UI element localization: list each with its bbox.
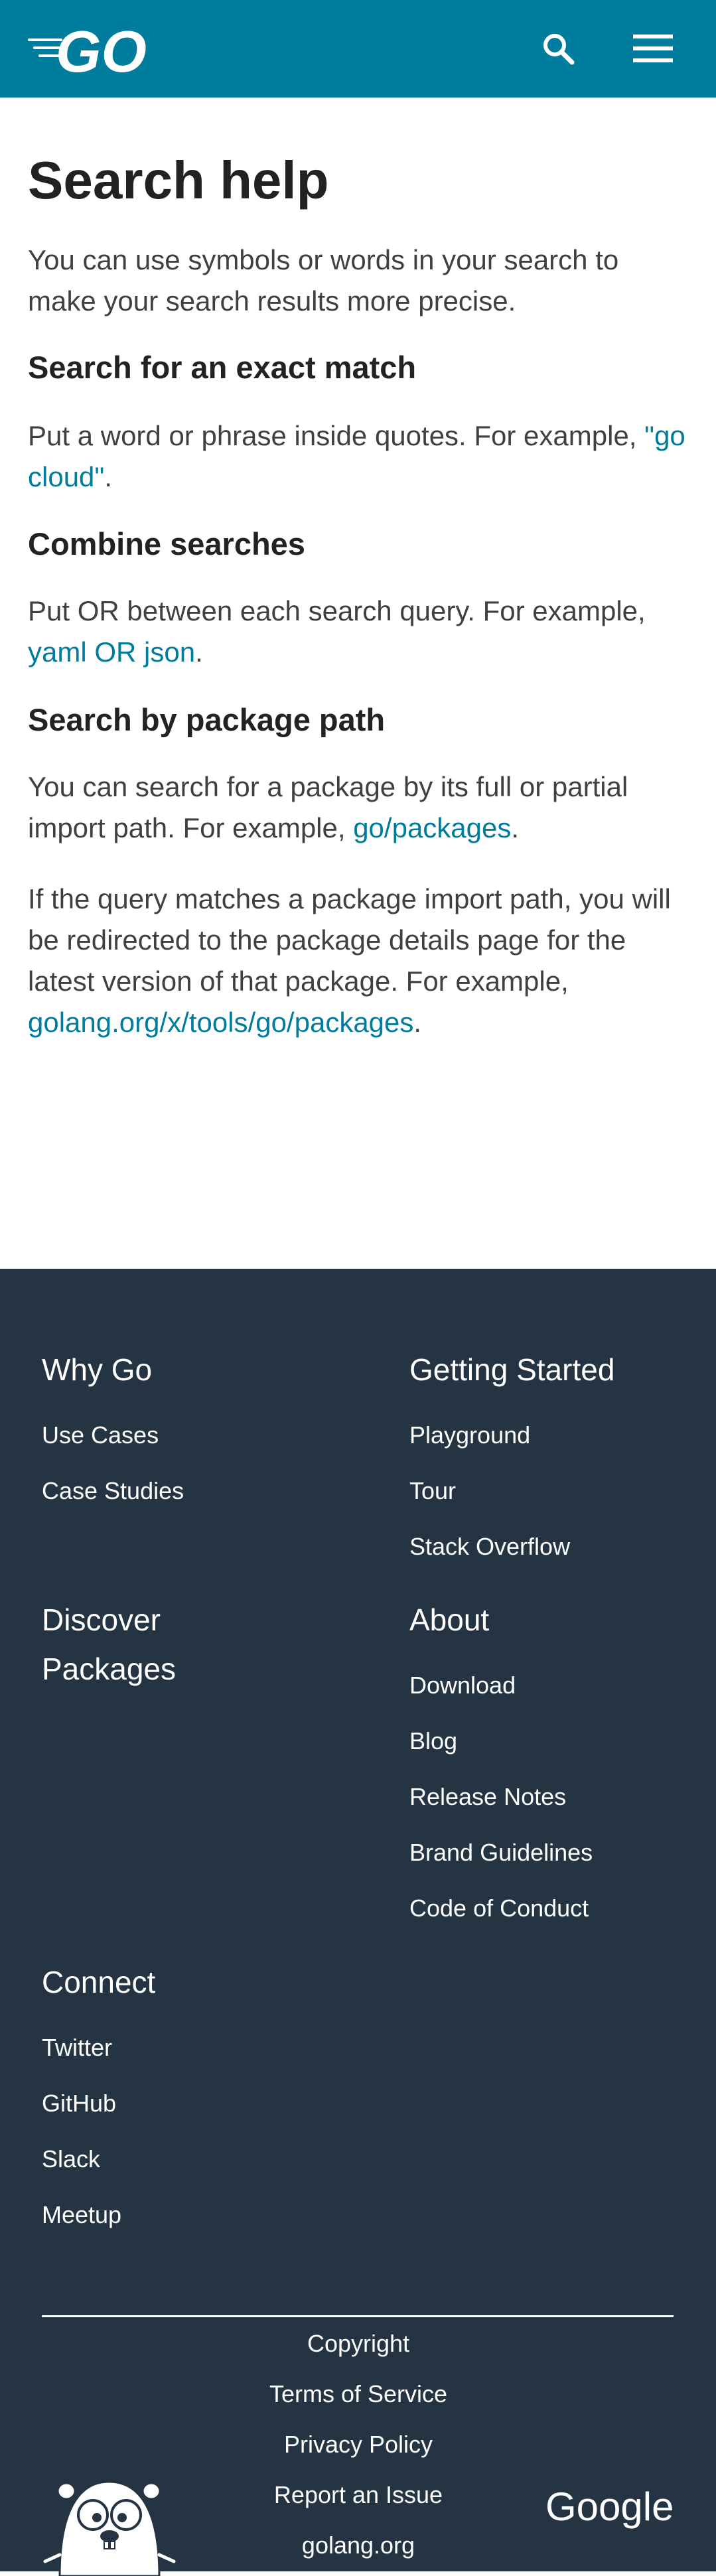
footer-heading-about: About	[409, 1603, 490, 1637]
footer-link-blog[interactable]: Blog	[409, 1727, 457, 1756]
page-title: Search help	[28, 151, 329, 210]
menu-icon	[633, 35, 673, 62]
exact-match-text: Put a word or phrase inside quotes. For …	[28, 420, 685, 492]
go-logo-text: GO	[56, 24, 147, 77]
footer-link-playground[interactable]: Playground	[409, 1421, 530, 1450]
google-logo-text: Google	[545, 2484, 674, 2529]
footer-heading-discover[interactable]: Discover	[42, 1595, 161, 1644]
package-path-text: You can search for a package by its full…	[28, 771, 628, 843]
footer-link-stack-overflow[interactable]: Stack Overflow	[409, 1532, 570, 1561]
footer-link-download[interactable]: Download	[409, 1671, 516, 1700]
footer-heading-getting-started: Getting Started	[409, 1352, 615, 1387]
menu-button[interactable]	[628, 28, 678, 69]
footer-link-use-cases[interactable]: Use Cases	[42, 1421, 159, 1450]
search-button[interactable]	[539, 29, 579, 69]
footer-link-golang-org[interactable]: golang.org	[226, 2531, 491, 2560]
footer-heading-connect: Connect	[42, 1965, 156, 1999]
redirect-text: If the query matches a package import pa…	[28, 883, 671, 1038]
combine-text: Put OR between each search query. For ex…	[28, 595, 646, 668]
footer-link-brand-guidelines[interactable]: Brand Guidelines	[409, 1838, 593, 1867]
combine-heading: Combine searches	[28, 526, 305, 561]
gopher-icon	[43, 2480, 176, 2576]
intro-text: You can use symbols or words in your sea…	[28, 244, 619, 317]
footer-link-privacy-policy[interactable]: Privacy Policy	[226, 2430, 491, 2459]
redirect-example-link[interactable]: golang.org/x/tools/go/packages	[28, 1007, 413, 1038]
package-path-example-link[interactable]: go/packages	[353, 812, 511, 843]
footer-link-slack[interactable]: Slack	[42, 2145, 100, 2174]
footer-link-github[interactable]: GitHub	[42, 2089, 116, 2118]
footer-heading-packages[interactable]: Packages	[42, 1644, 176, 1693]
exact-match-heading: Search for an exact match	[28, 350, 417, 385]
footer-link-release-notes[interactable]: Release Notes	[409, 1782, 566, 1812]
google-logo-icon: Google	[545, 2484, 674, 2529]
search-icon	[543, 34, 575, 65]
footer-heading-why-go: Why Go	[42, 1352, 153, 1387]
footer-link-code-of-conduct[interactable]: Code of Conduct	[409, 1894, 589, 1923]
footer-divider	[42, 2315, 674, 2317]
site-footer: Why Go Use Cases Case Studies Getting St…	[0, 1269, 716, 2576]
footer-link-report-issue[interactable]: Report an Issue	[226, 2480, 491, 2510]
footer-link-twitter[interactable]: Twitter	[42, 2033, 112, 2062]
footer-link-meetup[interactable]: Meetup	[42, 2200, 121, 2230]
footer-link-copyright[interactable]: Copyright	[226, 2329, 491, 2358]
go-logo-icon: GO	[28, 24, 147, 77]
site-header: GO	[0, 0, 716, 98]
package-path-heading: Search by package path	[28, 702, 386, 737]
footer-link-tour[interactable]: Tour	[409, 1476, 456, 1506]
footer-link-terms-of-service[interactable]: Terms of Service	[226, 2380, 491, 2409]
footer-link-case-studies[interactable]: Case Studies	[42, 1476, 184, 1506]
combine-example-link[interactable]: yaml OR json	[28, 636, 195, 668]
